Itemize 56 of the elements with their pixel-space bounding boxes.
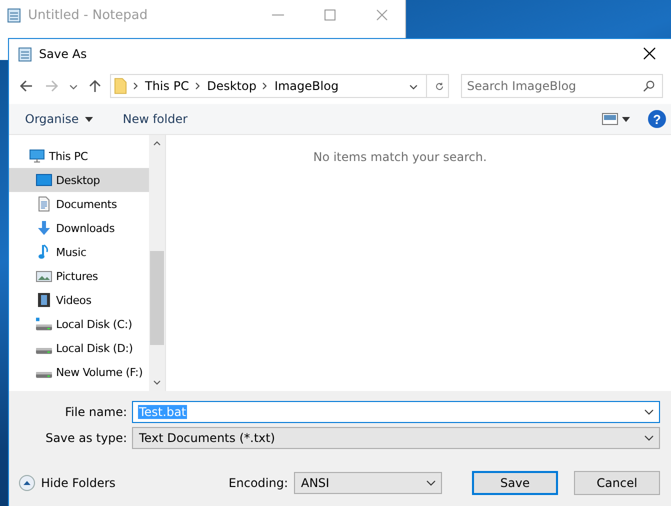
- folder-tree-item[interactable]: Downloads: [9, 216, 149, 240]
- folder-tree-item[interactable]: Local Disk (D:): [9, 336, 149, 360]
- download-arrow-icon: [36, 220, 52, 236]
- empty-message: No items match your search.: [313, 150, 487, 164]
- breadcrumb-item[interactable]: This PC: [145, 79, 189, 93]
- chevron-down-icon[interactable]: [644, 409, 654, 415]
- dialog-button[interactable]: Cancel: [574, 471, 660, 495]
- notepad-icon: [17, 46, 33, 62]
- field-label: Encoding:: [228, 476, 288, 490]
- file-type-dropdown[interactable]: Text Documents (*.txt): [132, 427, 660, 449]
- drive-icon: [36, 348, 52, 354]
- scrollbar[interactable]: [149, 135, 165, 391]
- chevron-down-icon[interactable]: [644, 435, 654, 441]
- drive-icon: [36, 372, 52, 378]
- monitor-icon: [29, 148, 45, 164]
- drive-icon: [36, 316, 52, 332]
- folder-tree-item[interactable]: Pictures: [9, 264, 149, 288]
- field-label: Save as type:: [44, 431, 127, 445]
- hide-folders-button[interactable]: Hide Folders: [17, 473, 118, 493]
- breadcrumb-item[interactable]: ImageBlog: [274, 79, 339, 93]
- view-options-icon[interactable]: [602, 113, 630, 125]
- document-icon: [36, 196, 52, 212]
- folder-tree-item[interactable]: This PC: [9, 144, 149, 168]
- folder-tree-item[interactable]: Local Disk (C:): [9, 312, 149, 336]
- address-bar[interactable]: This PC Desktop ImageBlog: [110, 74, 449, 98]
- window-title: Untitled - Notepad: [28, 8, 148, 22]
- chevron-right-icon: [194, 82, 201, 90]
- help-button[interactable]: ?: [648, 110, 666, 128]
- search-field[interactable]: Search ImageBlog: [461, 74, 663, 98]
- folder-tree-item[interactable]: Documents: [9, 192, 149, 216]
- search-icon: [643, 80, 655, 92]
- chevron-right-icon: [133, 82, 139, 90]
- dialog-button[interactable]: Save: [472, 471, 558, 495]
- notepad-icon: [6, 7, 22, 23]
- desktop-icon: [36, 172, 52, 188]
- encoding-dropdown[interactable]: ANSI: [294, 472, 442, 494]
- new-folder-button[interactable]: New folder: [116, 110, 194, 128]
- folder-icon: [114, 77, 127, 95]
- close-icon[interactable]: [643, 47, 656, 60]
- organise-menu-button[interactable]: Organise: [19, 110, 99, 128]
- folder-tree-item[interactable]: Music: [9, 240, 149, 264]
- chevron-down-icon[interactable]: [426, 480, 436, 486]
- caret-icon: [84, 115, 93, 123]
- maximize-icon[interactable]: [324, 9, 336, 21]
- scroll-down-icon[interactable]: [153, 380, 161, 386]
- field-label: File name:: [64, 405, 127, 419]
- film-strip-icon: [36, 292, 52, 308]
- chevron-right-icon: [262, 82, 268, 90]
- folder-tree-item[interactable]: New Volume (F:): [9, 360, 149, 384]
- scroll-up-icon[interactable]: [153, 140, 161, 146]
- breadcrumb-item[interactable]: Desktop: [206, 79, 256, 93]
- chevron-up-circle-icon: [19, 475, 35, 491]
- folder-tree-item[interactable]: Desktop: [9, 168, 149, 192]
- folder-tree-item[interactable]: Videos: [9, 288, 149, 312]
- dialog-title: Save As: [39, 46, 87, 60]
- picture-icon: [36, 268, 52, 284]
